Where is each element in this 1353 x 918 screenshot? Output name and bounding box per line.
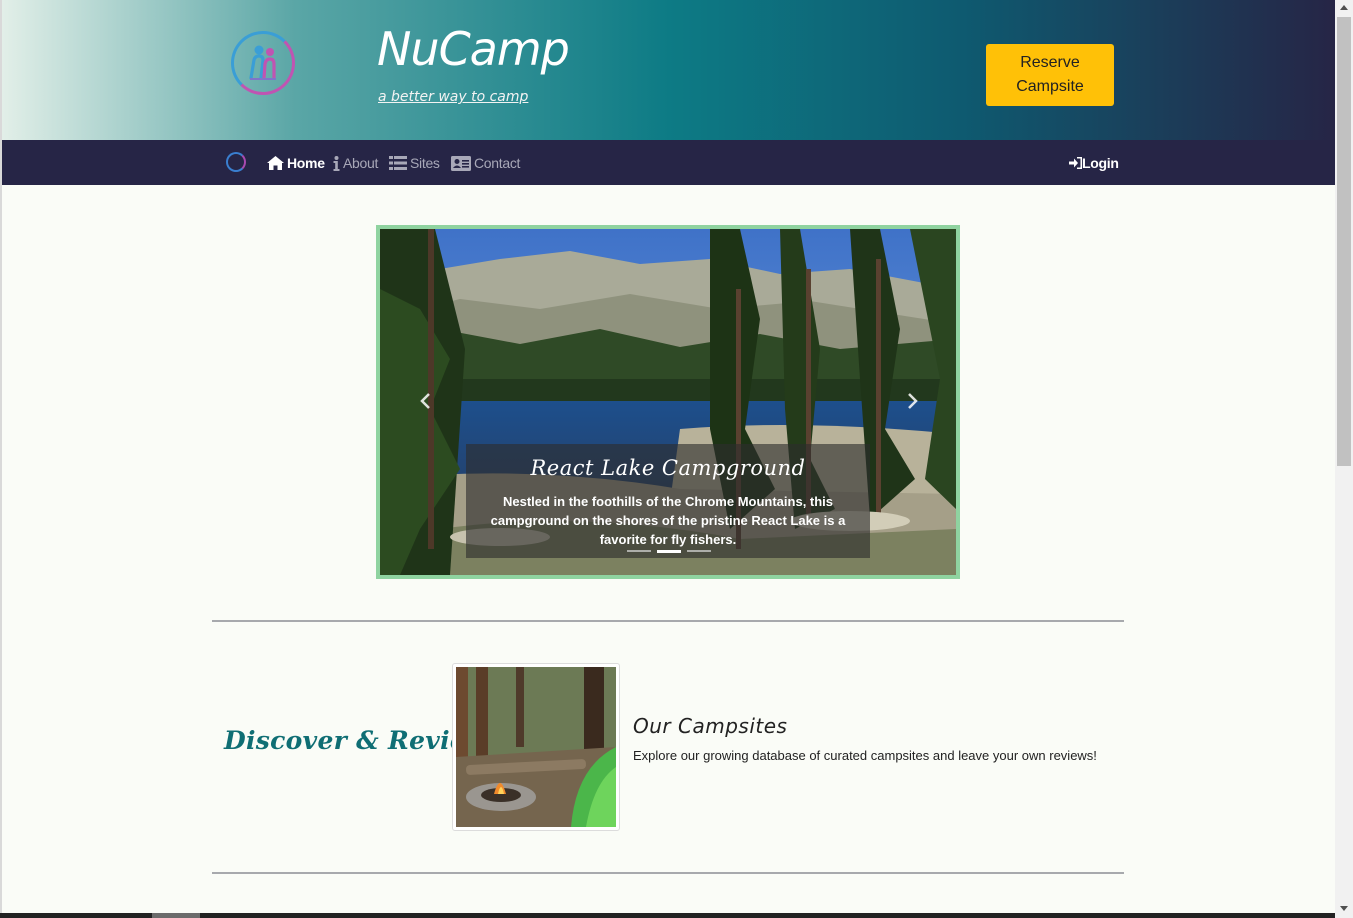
carousel-caption-title: React Lake Campground (530, 456, 806, 480)
carousel-caption: React Lake Campground Nestled in the foo… (466, 444, 870, 558)
reserve-campsite-label: Reserve Campsite (1016, 54, 1084, 95)
horizontal-scrollbar-thumb[interactable] (152, 913, 200, 918)
nav-item-label: Home (287, 155, 325, 171)
section-divider (212, 620, 1124, 622)
carousel-indicators (627, 550, 711, 553)
horizontal-scrollbar[interactable] (0, 913, 1335, 918)
carousel-next-icon[interactable] (900, 389, 924, 413)
nav-item-label: About (343, 155, 379, 171)
media-heading: Our Campsites (633, 714, 788, 738)
campsite-carousel: React Lake Campground Nestled in the foo… (376, 225, 960, 579)
info-icon (333, 155, 340, 171)
login-label: Login (1082, 155, 1119, 171)
nucamp-logo-icon (231, 31, 295, 95)
nav-item-home[interactable]: Home (267, 154, 325, 172)
carousel-indicator[interactable] (687, 550, 711, 552)
sign-in-icon (1069, 157, 1082, 169)
campsites-thumbnail (452, 663, 620, 831)
carousel-indicator-active[interactable] (657, 550, 681, 553)
section-divider (212, 872, 1124, 874)
carousel-indicator[interactable] (627, 550, 651, 552)
list-icon (389, 156, 407, 170)
navbar-logo-icon[interactable] (226, 152, 246, 172)
address-card-icon (451, 155, 471, 171)
carousel-prev-icon[interactable] (414, 389, 438, 413)
media-body-text: Explore our growing database of curated … (633, 748, 1097, 763)
campfire-image (456, 667, 616, 827)
nav-item-label: Contact (474, 155, 521, 171)
nav-item-label: Sites (410, 155, 440, 171)
scrollbar-thumb[interactable] (1337, 17, 1351, 466)
brand-title: NuCamp (377, 22, 570, 76)
scroll-down-icon[interactable] (1340, 906, 1348, 911)
carousel-caption-text: Nestled in the foothills of the Chrome M… (490, 494, 846, 547)
brand-tagline[interactable]: a better way to camp (378, 89, 528, 105)
nav-item-sites[interactable]: Sites (389, 154, 440, 172)
nav-item-contact[interactable]: Contact (451, 154, 520, 172)
section-title: Discover & Review (224, 726, 488, 755)
home-icon (267, 156, 284, 170)
vertical-scrollbar[interactable] (1335, 0, 1353, 918)
main-navbar: Home About Sites Contact Login (2, 140, 1335, 185)
login-button[interactable]: Login (1069, 154, 1119, 172)
nav-item-about[interactable]: About (333, 154, 378, 172)
scroll-up-icon[interactable] (1340, 5, 1348, 10)
header-jumbotron: NuCamp a better way to camp Reserve Camp… (2, 0, 1335, 140)
reserve-campsite-button[interactable]: Reserve Campsite (986, 44, 1114, 106)
